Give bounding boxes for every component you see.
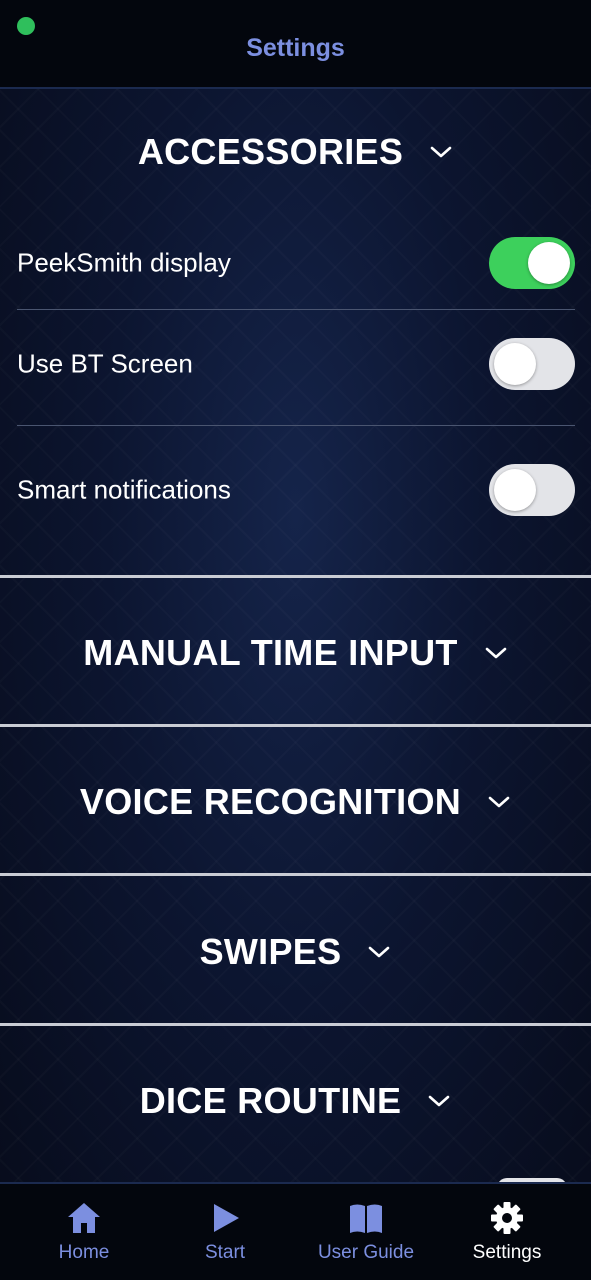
- nav-label: Settings: [472, 1242, 542, 1263]
- chevron-down-icon: [487, 790, 511, 814]
- setting-row-smart-notifications: Smart notifications: [17, 460, 575, 520]
- nav-label: Start: [204, 1242, 246, 1263]
- row-divider: [17, 309, 575, 310]
- app-header: Settings: [0, 0, 591, 89]
- chevron-down-icon: [367, 940, 391, 964]
- setting-row-peeksmith: PeekSmith display: [17, 233, 575, 293]
- setting-row-bt-screen: Use BT Screen: [17, 334, 575, 394]
- nav-item-settings[interactable]: Settings: [433, 1196, 581, 1276]
- setting-label: Smart notifications: [17, 474, 231, 505]
- section-title: SWIPES: [199, 931, 342, 972]
- page-title: Settings: [246, 34, 345, 62]
- section-divider: [0, 873, 591, 876]
- section-title: MANUAL TIME INPUT: [83, 632, 458, 673]
- section-divider: [0, 575, 591, 578]
- nav-label: User Guide: [317, 1242, 415, 1263]
- section-header-swipes[interactable]: SWIPES: [0, 926, 591, 978]
- section-divider: [0, 724, 591, 727]
- toggle-knob: [528, 242, 570, 284]
- section-title: VOICE RECOGNITION: [79, 781, 462, 822]
- toggle-knob: [494, 469, 536, 511]
- setting-label: Use BT Screen: [17, 348, 193, 379]
- section-header-accessories[interactable]: ACCESSORIES: [0, 126, 591, 178]
- section-header-manual-time-input[interactable]: MANUAL TIME INPUT: [0, 627, 591, 679]
- home-icon: [68, 1203, 100, 1233]
- chevron-down-icon: [484, 641, 508, 665]
- section-divider: [0, 1023, 591, 1026]
- gear-icon: [491, 1202, 523, 1234]
- book-icon: [350, 1204, 382, 1233]
- nav-item-home[interactable]: Home: [10, 1196, 158, 1276]
- section-header-dice-routine[interactable]: DICE ROUTINE: [0, 1075, 591, 1127]
- chevron-down-icon: [427, 1089, 451, 1113]
- smart-notifications-toggle[interactable]: [489, 464, 575, 516]
- settings-screen: Settings ACCESSORIES PeekSmith display U…: [0, 0, 591, 1280]
- toggle-knob: [494, 343, 536, 385]
- section-header-voice-recognition[interactable]: VOICE RECOGNITION: [0, 776, 591, 828]
- section-title: DICE ROUTINE: [139, 1080, 402, 1121]
- status-dot: [17, 17, 35, 35]
- bottom-nav: Home Start User Guide Settings: [0, 1182, 591, 1280]
- use-bt-screen-toggle[interactable]: [489, 338, 575, 390]
- nav-item-user-guide[interactable]: User Guide: [292, 1196, 440, 1276]
- play-icon: [214, 1204, 239, 1232]
- nav-item-start[interactable]: Start: [151, 1196, 299, 1276]
- chevron-up-icon: [429, 140, 453, 164]
- peeksmith-display-toggle[interactable]: [489, 237, 575, 289]
- section-title: ACCESSORIES: [137, 131, 404, 172]
- setting-label: PeekSmith display: [17, 247, 231, 278]
- nav-label: Home: [58, 1242, 110, 1263]
- row-divider: [17, 425, 575, 426]
